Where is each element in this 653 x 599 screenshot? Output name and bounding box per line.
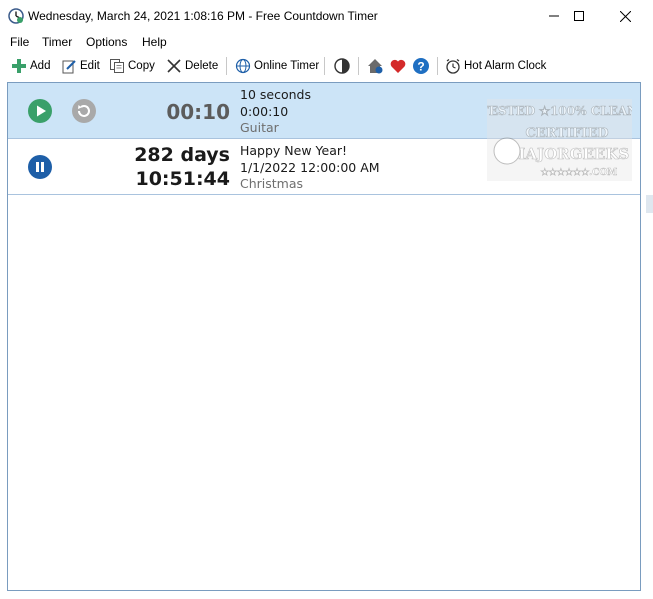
- add-button[interactable]: Add: [11, 56, 50, 76]
- home-icon[interactable]: [366, 57, 384, 75]
- majorgeeks-watermark: TESTED ★100% CLEAN CERTIFIED MAJORGEEKS …: [487, 99, 632, 181]
- delete-label: Delete: [185, 60, 219, 72]
- menu-timer[interactable]: Timer: [42, 35, 72, 49]
- menu-options[interactable]: Options: [86, 35, 127, 49]
- svg-text:?: ?: [417, 60, 424, 74]
- countdown-display: 282 days 10:51:44: [134, 143, 230, 191]
- globe-icon: [235, 58, 251, 74]
- edit-icon: [62, 60, 76, 74]
- timer-time: 0:00:10: [240, 103, 289, 119]
- timer-sound: Christmas: [240, 176, 304, 191]
- menu-file[interactable]: File: [10, 35, 29, 49]
- timer-sound: Guitar: [240, 120, 279, 135]
- title-bar: Wednesday, March 24, 2021 1:08:16 PM - F…: [0, 0, 653, 33]
- app-clock-icon: [8, 8, 24, 24]
- window-title: Wednesday, March 24, 2021 1:08:16 PM - F…: [28, 9, 378, 23]
- maximize-icon: [574, 11, 584, 21]
- menu-bar: File Timer Options Help: [0, 32, 653, 52]
- add-label: Add: [30, 60, 51, 72]
- menu-help[interactable]: Help: [142, 35, 167, 49]
- toolbar-separator: [437, 57, 438, 75]
- toolbar-separator: [324, 57, 325, 75]
- heart-icon[interactable]: [389, 57, 407, 75]
- reset-icon[interactable]: [72, 99, 96, 123]
- watermark-line1: TESTED ★100% CLEAN: [487, 104, 632, 118]
- delete-x-icon: [167, 59, 181, 73]
- online-timer-label: Online Timer: [254, 60, 320, 72]
- countdown-display: 00:10: [166, 100, 230, 124]
- timer-time: 1/1/2022 12:00:00 AM: [240, 159, 380, 175]
- timer-name: Happy New Year!: [240, 143, 348, 158]
- toolbar-separator: [226, 57, 227, 75]
- hot-alarm-clock-label: Hot Alarm Clock: [464, 60, 547, 72]
- right-edge-strip: [646, 195, 653, 213]
- watermark-line4: ★★★★★★.COM: [541, 167, 618, 178]
- delete-button[interactable]: Delete: [166, 56, 218, 76]
- copy-icon: [110, 59, 124, 73]
- pause-icon[interactable]: [28, 155, 52, 179]
- toolbar: Add Edit Copy Delete Online Timer ? Hot …: [0, 54, 653, 78]
- alarm-clock-icon: [446, 58, 460, 74]
- toolbar-separator: [358, 57, 359, 75]
- timer-info: 10 seconds 0:00:10 Guitar: [240, 87, 311, 137]
- copy-button[interactable]: Copy: [109, 56, 155, 76]
- copy-label: Copy: [128, 60, 155, 72]
- timer-name: 10 seconds: [240, 87, 311, 102]
- close-icon: [619, 10, 631, 22]
- hot-alarm-clock-button[interactable]: Hot Alarm Clock: [445, 56, 546, 76]
- close-button[interactable]: [602, 0, 648, 32]
- play-icon[interactable]: [28, 99, 52, 123]
- watermark-mascot-icon: [493, 137, 521, 165]
- timer-info: Happy New Year! 1/1/2022 12:00:00 AM Chr…: [240, 143, 380, 193]
- watermark-line3: MAJORGEEKS: [509, 145, 629, 163]
- edit-button[interactable]: Edit: [61, 56, 100, 76]
- help-icon[interactable]: ?: [412, 57, 430, 75]
- contrast-icon[interactable]: [333, 57, 351, 75]
- countdown-time: 10:51:44: [135, 168, 230, 190]
- watermark-line2: CERTIFIED: [525, 126, 608, 141]
- online-timer-button[interactable]: Online Timer: [235, 56, 319, 76]
- plus-icon: [12, 59, 26, 73]
- maximize-button[interactable]: [556, 0, 602, 32]
- countdown-days: 282 days: [134, 144, 230, 166]
- edit-label: Edit: [80, 60, 100, 72]
